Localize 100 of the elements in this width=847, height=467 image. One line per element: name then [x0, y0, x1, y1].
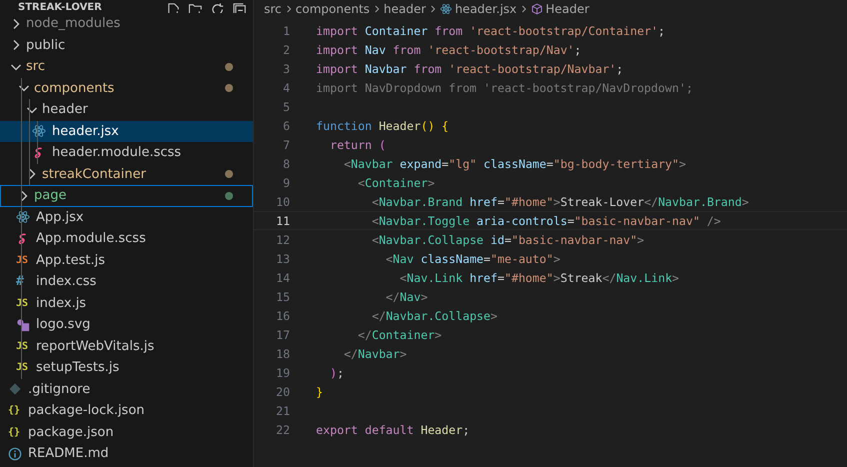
breadcrumb[interactable]: Header [546, 2, 590, 16]
explorer-title: STREAK-LOVER [18, 2, 102, 13]
line-number: 20 [275, 384, 290, 398]
tree-item[interactable]: JS reportWebVitals.js [0, 336, 253, 357]
tree-item[interactable]: header.module.scss [0, 142, 253, 164]
new-file-icon[interactable] [166, 2, 181, 13]
line-number: 12 [275, 232, 290, 246]
code-line: import Container from 'react-bootstrap/Container'; [316, 24, 666, 38]
file-name: setupTests.js [36, 360, 120, 376]
file-name: public [26, 38, 66, 53]
breadcrumb[interactable]: header.jsx [454, 2, 517, 16]
tree-item[interactable]: streakContainer [0, 164, 253, 185]
image-icon [16, 318, 30, 332]
code-line: ); [328, 366, 344, 380]
line-number: 6 [282, 118, 290, 132]
js-icon: JS [16, 340, 30, 352]
file-name: App.module.scss [36, 231, 146, 246]
tree-item[interactable]: public [0, 34, 253, 56]
code-line: import NavDropdown from 'react-bootstrap/NavDropdown'; [316, 80, 693, 94]
code-line: </Navbar> [342, 346, 407, 360]
line-number: 2 [282, 42, 290, 56]
cube-icon [530, 3, 543, 15]
tree-item[interactable]: JS App.test.js [0, 250, 253, 271]
line-number: 1 [282, 24, 290, 38]
file-name: App.test.js [36, 252, 106, 268]
code-line: <Navbar.Toggle aria-controls="basic-navbar-nav" /> [370, 214, 721, 228]
code-line: </Nav> [384, 290, 428, 304]
js-icon: JS [16, 362, 30, 374]
file-name: .gitignore [28, 382, 90, 397]
js-icon: JS [16, 254, 30, 266]
react-icon [32, 124, 46, 138]
collapse-icon[interactable] [232, 2, 247, 13]
line-number: 18 [275, 346, 290, 360]
file-name: node_modules [26, 16, 120, 32]
tree-item[interactable]: JS index.js [0, 292, 253, 314]
file-name: streakContainer [42, 166, 146, 182]
tree-item[interactable]: header [0, 99, 253, 120]
line-number: 22 [275, 422, 290, 436]
file-name: header.jsx [52, 124, 119, 139]
code-line: } [316, 384, 323, 398]
tree-item[interactable]: header.jsx [0, 120, 253, 142]
js-icon: JS [16, 298, 30, 309]
tree-item[interactable]: JS setupTests.js [0, 357, 253, 378]
breadcrumb[interactable]: components [296, 2, 370, 16]
tree-item[interactable]: README.md [0, 443, 253, 464]
file-name: App.jsx [36, 210, 84, 225]
line-number: 7 [282, 138, 290, 152]
code-line: import Navbar from 'react-bootstrap/Navbar'; [316, 62, 624, 76]
new-folder-icon[interactable] [188, 2, 203, 13]
file-name: README.md [28, 446, 109, 462]
tree-item[interactable]: {} package-lock.json [0, 400, 253, 422]
breadcrumb[interactable]: src [264, 2, 282, 16]
line-number: 3 [282, 62, 290, 76]
code-line: </Container> [356, 328, 442, 342]
breadcrumb[interactable]: header [384, 2, 426, 16]
tree-item[interactable]: src [0, 56, 253, 78]
line-number: 15 [275, 290, 290, 304]
code-line: <Nav className="me-auto"> [384, 252, 560, 266]
tree-item[interactable]: App.module.scss [0, 228, 253, 250]
line-number: 16 [275, 308, 290, 322]
code-line: </Navbar.Collapse> [370, 308, 498, 322]
braces-icon: {} [8, 426, 22, 438]
line-number: 13 [275, 252, 290, 266]
code-line: <Navbar expand="lg" className="bg-body-tertiary"> [342, 156, 686, 170]
code-line: import Nav from 'react-bootstrap/Nav'; [316, 42, 582, 56]
refresh-icon[interactable] [210, 2, 225, 13]
tree-item[interactable]: node_modules [0, 13, 253, 34]
react-icon [16, 210, 30, 224]
file-name: header.module.scss [52, 145, 182, 160]
info-icon [8, 446, 22, 461]
line-number: 4 [282, 80, 290, 94]
file-name: src [26, 59, 45, 74]
braces-icon: {} [8, 405, 22, 416]
tree-item[interactable]: page [0, 185, 253, 206]
line-number: 5 [282, 100, 290, 114]
tree-item[interactable]: {} package.json [0, 422, 253, 443]
file-name: package-lock.json [28, 403, 145, 418]
tree-item[interactable]: logo.svg [0, 314, 253, 336]
line-number: 10 [275, 194, 290, 208]
tree-item[interactable]: App.jsx [0, 206, 253, 228]
file-name: components [34, 80, 114, 96]
code-line: <Nav.Link href="#home">Streak</Nav.Link> [398, 270, 680, 284]
tree-item[interactable]: .gitignore [0, 378, 253, 400]
file-name: reportWebVitals.js [36, 338, 154, 354]
line-number: 14 [275, 270, 290, 284]
file-name: index.css [36, 274, 96, 290]
line-number: 19 [275, 366, 290, 380]
line-number: 11 [275, 214, 290, 228]
file-name: page [34, 188, 66, 204]
file-name: package.json [28, 424, 114, 440]
line-number: 9 [282, 176, 290, 190]
file-name: header [42, 102, 88, 118]
code-line: return ( [328, 138, 386, 152]
code-line: export default Header; [316, 422, 470, 436]
tree-item[interactable]: components [0, 78, 253, 99]
code-line: <Navbar.Collapse id="basic-navbar-nav"> [370, 232, 644, 246]
line-number: 8 [282, 156, 290, 170]
code-line: <Navbar.Brand href="#home">Streak-Lover</Navbar.Brand> [370, 194, 749, 208]
line-number: 17 [275, 328, 290, 342]
line-number: 21 [275, 404, 290, 418]
